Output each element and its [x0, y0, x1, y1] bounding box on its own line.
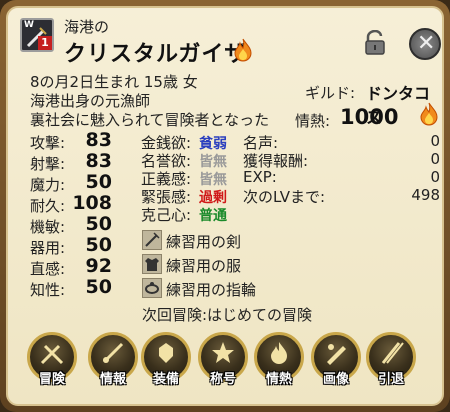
stat-value-attack: 83: [85, 129, 112, 151]
stat-label-dexterity: 器用:: [30, 239, 66, 257]
stat-label-shooting: 射撃:: [30, 155, 66, 173]
equipment-name: 練習用の指輪: [166, 281, 257, 299]
stat-label-attack: 攻撃:: [30, 134, 66, 152]
stat-value-endurance: 108: [72, 192, 112, 214]
stat-label-agility: 機敏:: [30, 218, 66, 236]
flame-icon: [420, 102, 438, 126]
equipment-button[interactable]: 装備: [141, 332, 191, 390]
title-icon: [212, 342, 234, 363]
passion-label: 情熱:: [295, 112, 331, 130]
button-label: 情報: [99, 372, 126, 387]
record-value-next-level: 498: [411, 186, 440, 204]
info-icon: [102, 342, 124, 364]
image-button[interactable]: 画像: [311, 332, 361, 390]
button-label: 情熱: [265, 372, 292, 387]
desire-value-fame: 皆無: [199, 154, 227, 170]
retire-button[interactable]: 引退: [366, 332, 416, 390]
character-name: クリスタルガイザ: [64, 42, 248, 67]
stat-value-intuition: 92: [85, 255, 112, 277]
desire-value-justice: 皆無: [199, 172, 227, 188]
info-button[interactable]: 情報: [88, 332, 138, 390]
button-label: 冒険: [38, 372, 65, 387]
button-label: 画像: [322, 372, 349, 387]
equipment-icon: [159, 343, 173, 363]
ring-icon: [142, 278, 162, 298]
record-value-fame: 0: [430, 132, 440, 150]
stat-label-intuition: 直感:: [30, 260, 66, 278]
sword-icon: [142, 230, 162, 250]
stat-value-dexterity: 50: [85, 234, 112, 256]
record-value-reward: 0: [430, 150, 440, 168]
stat-label-intellect: 知性:: [30, 281, 66, 299]
equipment-name: 練習用の剣: [166, 233, 242, 251]
desire-value-selfcontrol: 普通: [199, 208, 227, 224]
passion-icon: [271, 342, 287, 364]
stat-value-agility: 50: [85, 213, 112, 235]
stat-label-endurance: 耐久:: [30, 197, 66, 215]
birth-info: 8の月2日生まれ 15歳 女: [30, 73, 198, 91]
desire-value-tension: 過剰: [199, 190, 227, 206]
title-button[interactable]: 称号: [198, 332, 248, 390]
weapon-class-icon: W 1: [20, 18, 54, 52]
lock-icon[interactable]: [364, 30, 386, 56]
status-window-frame: W 1 海港の クリスタルガイザ ✕ 8の月2日生まれ 15歳 女 海港出身の元…: [0, 0, 450, 412]
status-panel: W 1 海港の クリスタルガイザ ✕ 8の月2日生まれ 15歳 女 海港出身の元…: [6, 6, 444, 406]
bio-info: 裏社会に魅入られて冒険者となった: [30, 111, 270, 129]
weapon-level-badge: 1: [38, 36, 52, 50]
stat-value-intellect: 50: [85, 276, 112, 298]
retire-icon: [381, 342, 404, 364]
adventure-button[interactable]: 冒険: [27, 332, 77, 390]
button-label: 装備: [152, 372, 179, 387]
desire-value-greed: 貧弱: [199, 136, 227, 152]
desire-label-selfcontrol: 克己心:: [141, 206, 192, 224]
origin-info: 海港出身の元漁師: [30, 92, 151, 110]
guild-label: ギルド:: [305, 84, 356, 102]
close-button[interactable]: ✕: [409, 28, 441, 60]
record-label-next-level: 次のLVまで:: [243, 188, 326, 206]
character-subtitle: 海港の: [64, 18, 110, 36]
passion-value: 1000: [340, 105, 399, 129]
button-label: 引退: [377, 372, 404, 387]
stat-label-magic: 魔力:: [30, 176, 66, 194]
next-adventure: 次回冒険:はじめての冒険: [142, 306, 313, 324]
record-value-exp: 0: [430, 168, 440, 186]
passion-button[interactable]: 情熱: [254, 332, 304, 390]
record-label-exp: EXP:: [243, 168, 277, 186]
stat-value-magic: 50: [85, 171, 112, 193]
close-icon: ✕: [417, 31, 436, 56]
image-icon: [327, 344, 346, 365]
clothes-icon: [142, 254, 162, 274]
button-label: 称号: [209, 372, 236, 387]
equipment-name: 練習用の服: [166, 257, 242, 275]
flame-icon: [234, 38, 252, 62]
stat-value-shooting: 83: [85, 150, 112, 172]
adventure-icon: [40, 344, 64, 365]
